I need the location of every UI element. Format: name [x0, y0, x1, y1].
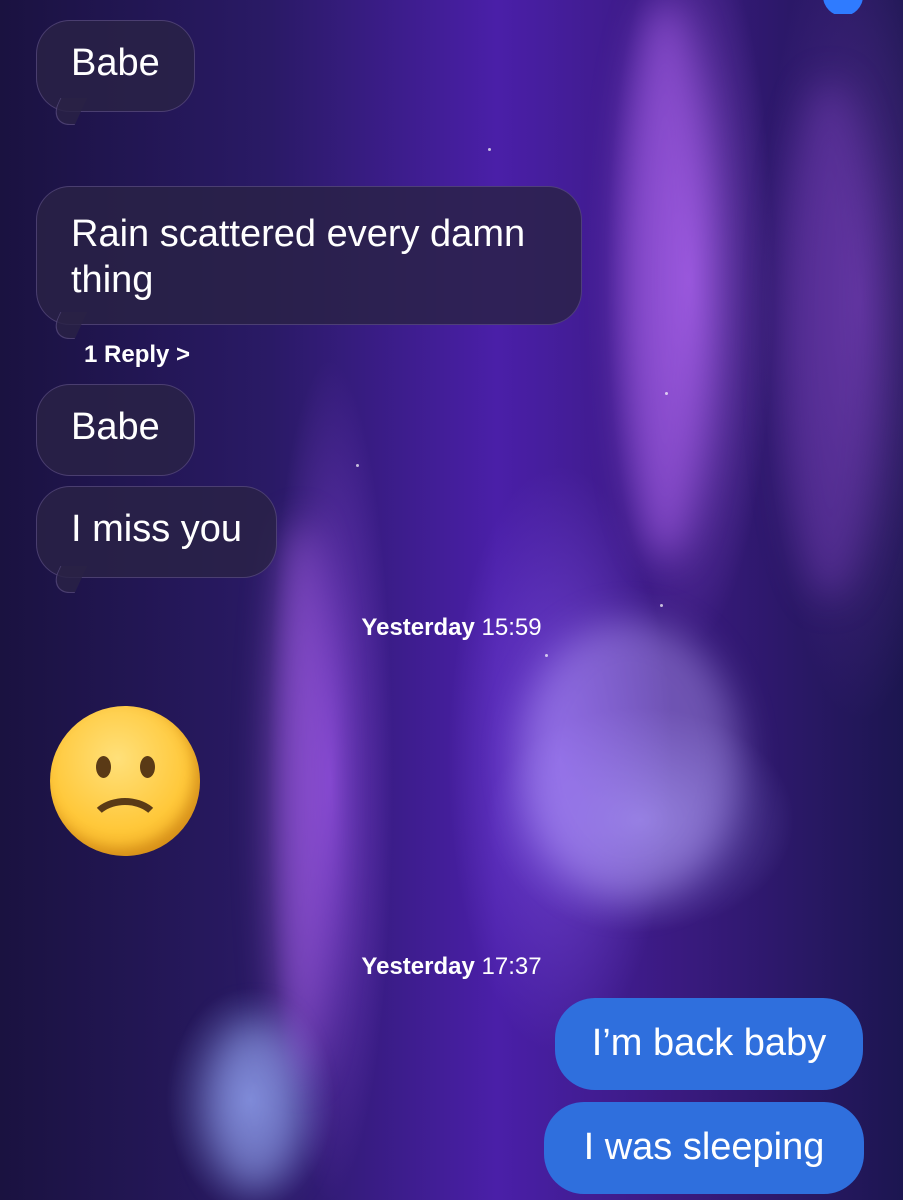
emoji-eye: [96, 756, 111, 778]
message-text: I was sleeping: [583, 1126, 825, 1168]
wallpaper-star: [545, 654, 548, 657]
wallpaper-star: [488, 148, 491, 151]
incoming-message[interactable]: Rain scattered every damn thing: [36, 186, 582, 325]
wallpaper-star: [356, 464, 359, 467]
outgoing-message[interactable]: I was sleeping: [544, 1102, 864, 1194]
incoming-message[interactable]: I miss you: [36, 486, 278, 578]
timestamp-day: Yesterday: [361, 953, 475, 980]
message-timestamp: Yesterday 15:59: [0, 614, 903, 642]
corner-indicator: [823, 0, 903, 14]
message-timestamp: Yesterday 17:37: [0, 953, 903, 981]
timestamp-day: Yesterday: [361, 614, 475, 641]
timestamp-time: 17:37: [481, 953, 542, 980]
outgoing-message[interactable]: I’m back baby: [555, 998, 863, 1090]
thread-reply-link[interactable]: 1 Reply >: [84, 341, 190, 369]
message-text: I’m back baby: [591, 1022, 827, 1064]
wallpaper-streak: [620, 0, 710, 560]
message-text: Babe: [71, 42, 160, 84]
timestamp-time: 15:59: [481, 614, 542, 641]
message-text: I miss you: [71, 508, 243, 550]
wallpaper-streak: [210, 1020, 300, 1190]
wallpaper-streak: [780, 80, 880, 600]
emoji-eye: [140, 756, 155, 778]
message-text: Babe: [71, 406, 160, 448]
emoji-mouth: [87, 798, 163, 858]
message-text: Rain scattered every damn thing: [71, 213, 526, 301]
wallpaper-streak: [270, 520, 330, 1080]
wallpaper-star: [660, 604, 663, 607]
incoming-message[interactable]: Babe: [36, 384, 195, 476]
wallpaper-star: [665, 392, 668, 395]
sad-face-emoji[interactable]: [50, 706, 200, 856]
wallpaper-streak: [520, 620, 740, 900]
